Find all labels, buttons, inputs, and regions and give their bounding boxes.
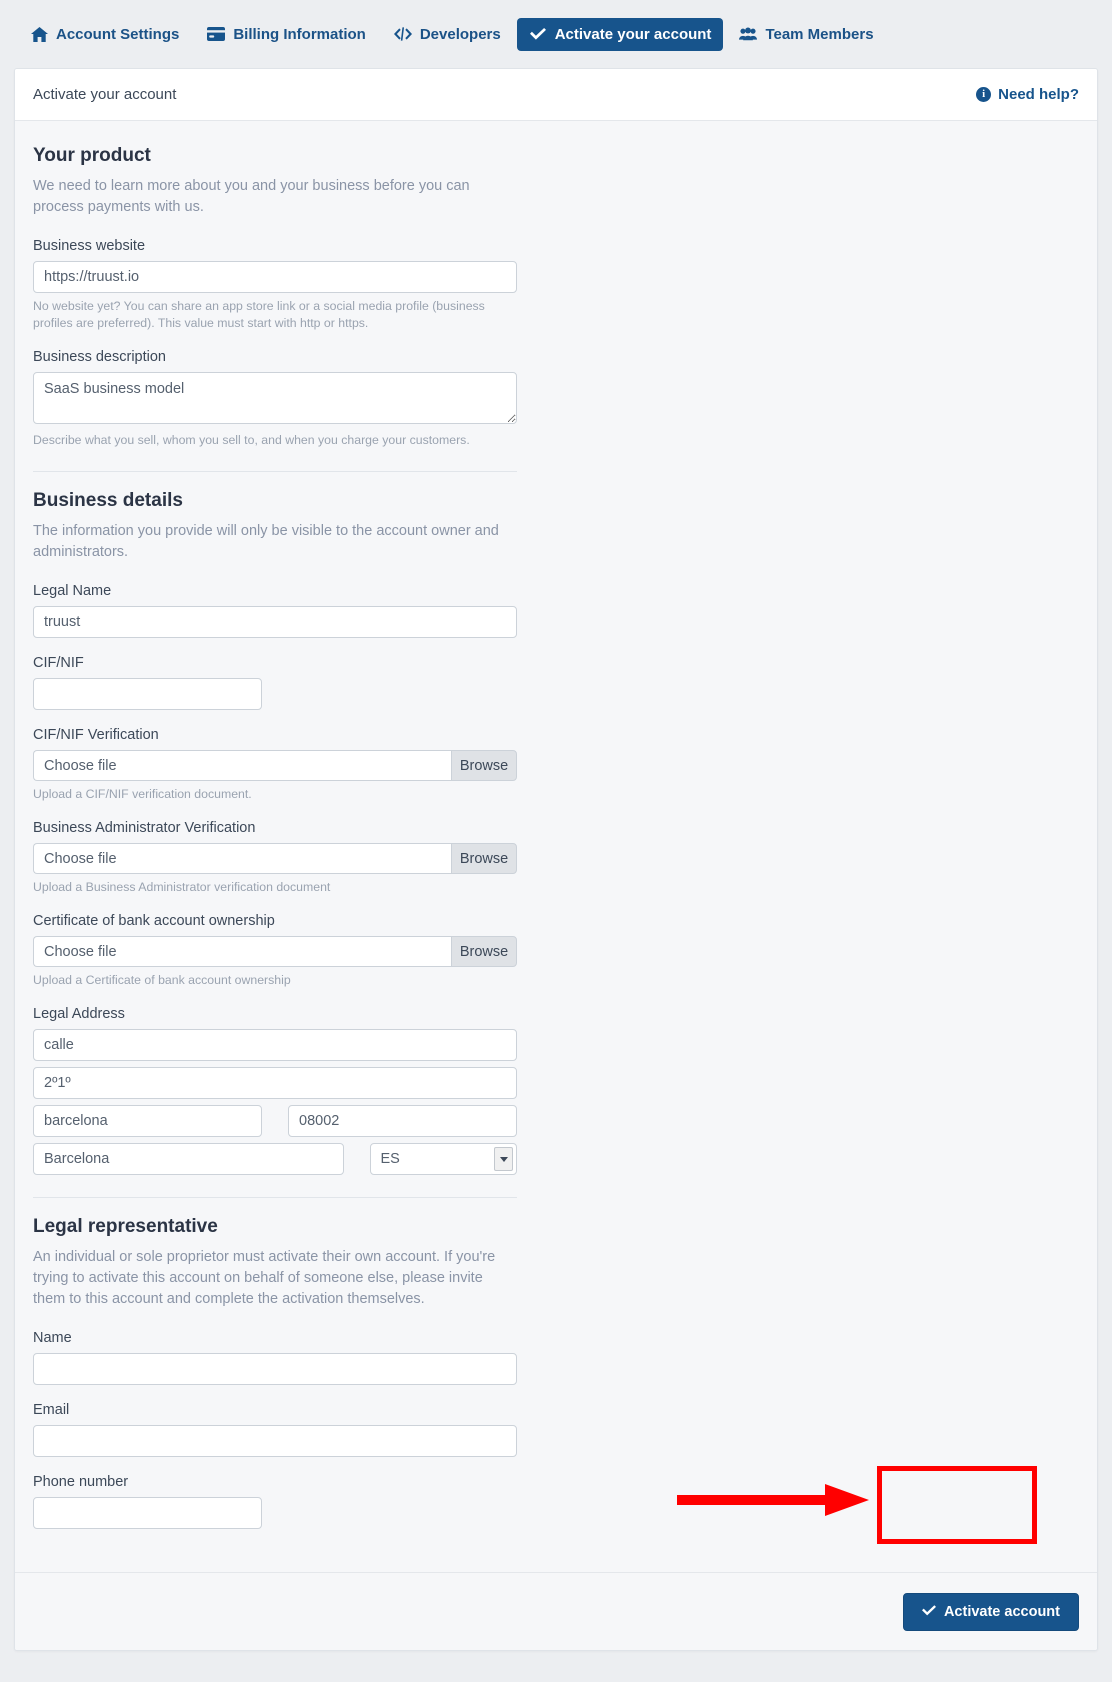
cif-nif-field: CIF/NIF [33, 655, 517, 710]
address-city-input[interactable] [33, 1105, 262, 1137]
your-product-description: We need to learn more about you and your… [33, 178, 470, 215]
nav-item-team-members[interactable]: Team Members [727, 18, 885, 51]
legal-address-label: Legal Address [33, 1006, 125, 1022]
representative-phone-label: Phone number [33, 1474, 129, 1490]
business-website-field: Business website No website yet? You can… [33, 238, 517, 332]
business-description-help: Describe what you sell, whom you sell to… [33, 433, 470, 447]
business-admin-verification-label: Business Administrator Verification [33, 820, 256, 836]
legal-representative-description: An individual or sole proprietor must ac… [33, 1249, 496, 1307]
activate-account-card: Activate your account i Need help? Your … [14, 68, 1098, 1651]
cif-nif-verification-file-name: Choose file [33, 750, 451, 781]
business-website-input[interactable] [33, 261, 517, 293]
legal-name-input[interactable] [33, 606, 517, 638]
representative-email-input[interactable] [33, 1425, 517, 1457]
activation-form: Your product We need to learn more about… [33, 145, 517, 1529]
section-divider [33, 1197, 517, 1198]
business-admin-verification-file-name: Choose file [33, 843, 451, 874]
check-icon [921, 1605, 936, 1618]
card-title: Activate your account [33, 86, 177, 103]
business-website-label: Business website [33, 238, 146, 254]
legal-representative-heading: Legal representative [33, 1216, 218, 1237]
nav-item-label: Developers [419, 25, 501, 43]
business-description-label: Business description [33, 349, 166, 365]
representative-phone-field: Phone number [33, 1474, 517, 1529]
bank-certificate-label: Certificate of bank account ownership [33, 913, 275, 929]
card-footer: Activate account [15, 1572, 1097, 1650]
nav-item-label: Account Settings [56, 25, 180, 43]
business-admin-verification-help: Upload a Business Administrator verifica… [33, 880, 331, 894]
credit-card-icon [207, 26, 226, 42]
address-state-country-row: ES [33, 1143, 517, 1175]
code-icon [393, 26, 412, 42]
home-icon [30, 26, 48, 42]
business-description-field: Business description Describe what you s… [33, 349, 517, 449]
cif-nif-verification-browse-button[interactable]: Browse [451, 750, 517, 781]
chevron-down-icon[interactable] [494, 1147, 513, 1171]
cif-nif-verification-label: CIF/NIF Verification [33, 727, 159, 743]
users-icon [739, 26, 758, 42]
nav-item-label: Billing Information [233, 25, 366, 43]
need-help-link[interactable]: i Need help? [976, 86, 1079, 103]
nav-item-account-settings[interactable]: Account Settings [18, 18, 191, 51]
nav-item-billing-information[interactable]: Billing Information [195, 18, 378, 51]
business-details-description: The information you provide will only be… [33, 523, 499, 560]
business-admin-verification-browse-button[interactable]: Browse [451, 843, 517, 874]
address-country-value: ES [380, 1151, 400, 1167]
address-state-input[interactable] [33, 1143, 344, 1175]
bank-certificate-file-input[interactable]: Choose file Browse [33, 936, 517, 967]
section-divider [33, 471, 517, 472]
representative-name-input[interactable] [33, 1353, 517, 1385]
representative-phone-input[interactable] [33, 1497, 262, 1529]
address-line2-input[interactable] [33, 1067, 517, 1099]
address-city-postal-row [33, 1105, 517, 1137]
legal-address-field: Legal Address ES [33, 1006, 517, 1175]
legal-name-label: Legal Name [33, 583, 112, 599]
cif-nif-verification-help: Upload a CIF/NIF verification document. [33, 787, 252, 801]
nav-item-developers[interactable]: Developers [382, 18, 513, 51]
bank-certificate-file-name: Choose file [33, 936, 451, 967]
business-admin-verification-field: Business Administrator Verification Choo… [33, 820, 517, 896]
nav-item-label: Activate your account [554, 25, 712, 43]
business-admin-verification-file-input[interactable]: Choose file Browse [33, 843, 517, 874]
card-header: Activate your account i Need help? [15, 69, 1097, 121]
address-postal-code-input[interactable] [288, 1105, 517, 1137]
representative-name-label: Name [33, 1330, 72, 1346]
cif-nif-input[interactable] [33, 678, 262, 710]
business-website-help: No website yet? You can share an app sto… [33, 299, 485, 330]
representative-email-field: Email [33, 1402, 517, 1457]
address-country-select[interactable]: ES [369, 1143, 517, 1175]
legal-name-field: Legal Name [33, 583, 517, 638]
activate-account-button[interactable]: Activate account [902, 1592, 1079, 1631]
need-help-label: Need help? [998, 86, 1079, 103]
cif-nif-verification-file-input[interactable]: Choose file Browse [33, 750, 517, 781]
bank-certificate-field: Certificate of bank account ownership Ch… [33, 913, 517, 989]
cif-nif-label: CIF/NIF [33, 655, 84, 671]
cif-nif-verification-field: CIF/NIF Verification Choose file Browse … [33, 727, 517, 803]
bank-certificate-browse-button[interactable]: Browse [451, 936, 517, 967]
check-icon [529, 26, 547, 42]
info-circle-icon: i [976, 87, 992, 102]
activate-account-button-label: Activate account [943, 1603, 1060, 1620]
representative-email-label: Email [33, 1402, 70, 1418]
card-body: Your product We need to learn more about… [15, 121, 1097, 1572]
legal-address-inputs: ES [33, 1029, 517, 1175]
nav-item-activate-your-account[interactable]: Activate your account [516, 17, 724, 51]
main-navigation: Account Settings Billing Information Dev… [0, 0, 1112, 68]
your-product-heading: Your product [33, 145, 151, 166]
business-description-textarea[interactable] [33, 372, 517, 424]
bank-certificate-help: Upload a Certificate of bank account own… [33, 973, 291, 987]
address-line1-input[interactable] [33, 1029, 517, 1061]
business-details-heading: Business details [33, 490, 183, 511]
representative-name-field: Name [33, 1330, 517, 1385]
nav-item-label: Team Members [765, 25, 874, 43]
